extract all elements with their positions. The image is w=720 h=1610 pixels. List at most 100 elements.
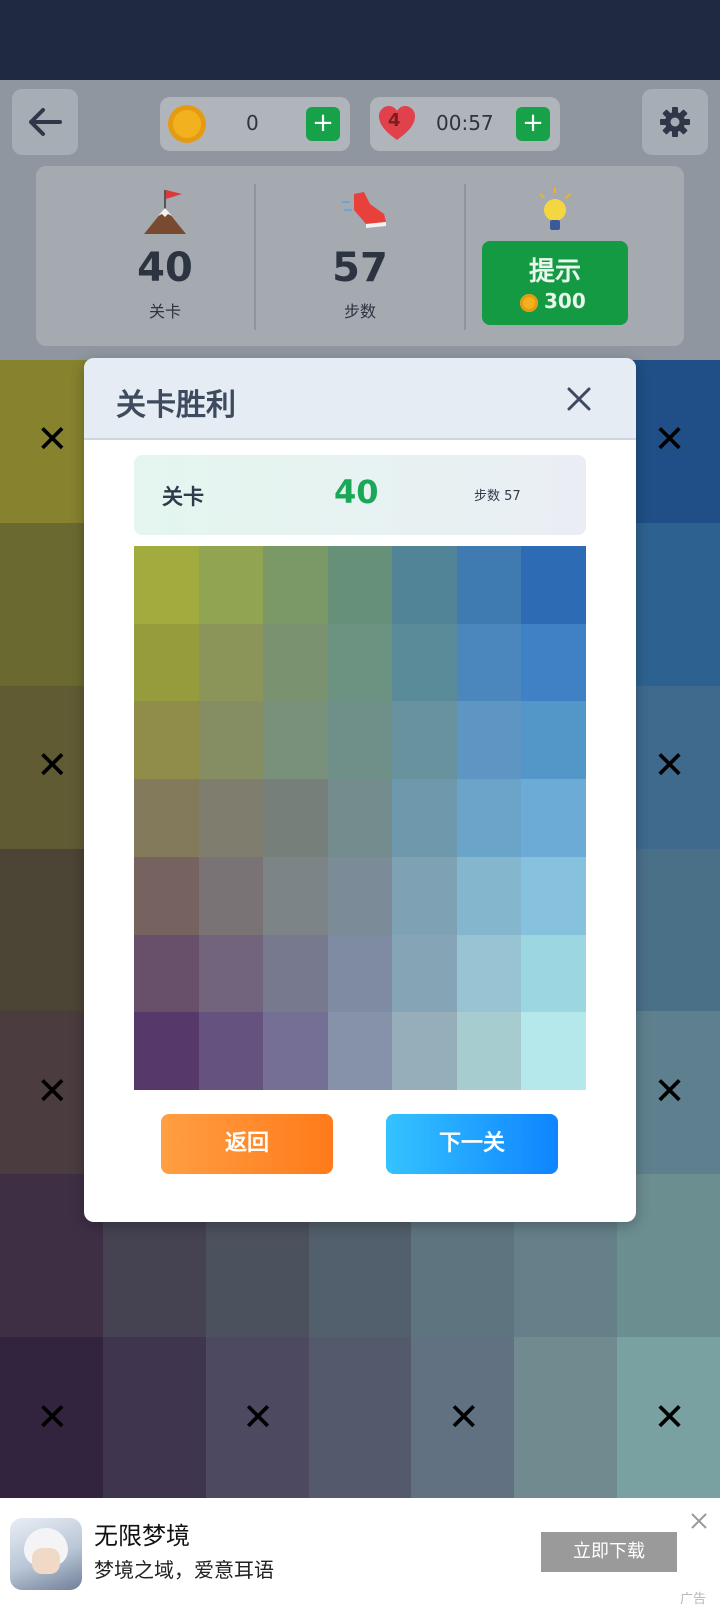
locked-tile-marker: ✕ xyxy=(36,1068,69,1113)
hint-label: 提示 xyxy=(528,257,581,287)
ad-subtitle: 梦境之域，爱意耳语 xyxy=(94,1558,274,1582)
close-icon[interactable] xyxy=(566,386,592,412)
add-coins-button[interactable]: + xyxy=(306,107,340,141)
back-arrow-icon xyxy=(29,108,62,136)
solved-tile xyxy=(327,779,393,858)
lightbulb-icon xyxy=(539,188,571,230)
solved-tile xyxy=(198,934,264,1013)
solved-tile xyxy=(198,623,264,702)
solved-tile xyxy=(521,1012,587,1091)
hint-cost: 300 xyxy=(544,289,586,313)
solved-tile xyxy=(327,623,393,702)
solved-tile xyxy=(392,856,458,935)
solved-tile xyxy=(456,701,522,780)
solved-tile xyxy=(456,856,522,935)
summary-level-label: 关卡 xyxy=(162,485,204,509)
solved-tile xyxy=(134,701,199,780)
locked-tile-marker: ✕ xyxy=(653,417,686,462)
lives-counter: 4 00:57 + xyxy=(370,97,560,151)
solved-tile xyxy=(263,856,329,935)
ad-download-button[interactable]: 立即下载 xyxy=(541,1532,677,1572)
divider xyxy=(464,184,466,330)
back-button[interactable] xyxy=(12,89,78,155)
solved-tile xyxy=(263,546,329,624)
level-number: 40 xyxy=(137,245,193,291)
coin-icon xyxy=(168,105,206,143)
solved-tile xyxy=(134,623,199,702)
locked-tile-marker: ✕ xyxy=(653,1394,686,1439)
solved-tile xyxy=(456,546,522,624)
solved-tile xyxy=(521,546,587,624)
solved-tile xyxy=(521,779,587,858)
solved-tile xyxy=(198,546,264,624)
solved-tile xyxy=(392,546,458,624)
add-lives-button[interactable]: + xyxy=(516,107,550,141)
coin-icon xyxy=(520,294,538,312)
solved-tile xyxy=(327,1012,393,1091)
solved-tile xyxy=(263,1012,329,1091)
board-tile[interactable] xyxy=(514,1337,618,1501)
steps-label: 步数 xyxy=(343,302,376,321)
solved-tile xyxy=(521,623,587,702)
locked-tile-marker: ✕ xyxy=(447,1394,480,1439)
solved-tile xyxy=(134,934,199,1013)
solved-tile xyxy=(521,701,587,780)
solved-tile xyxy=(263,623,329,702)
solved-tile xyxy=(392,1012,458,1091)
solved-tile xyxy=(392,779,458,858)
locked-tile-marker: ✕ xyxy=(36,743,69,788)
mountain-flag-icon xyxy=(144,190,186,234)
gear-icon xyxy=(660,107,690,137)
solved-tile xyxy=(456,1012,522,1091)
solved-tile xyxy=(198,1012,264,1091)
coin-counter: 0 + xyxy=(160,97,350,151)
locked-tile-marker: ✕ xyxy=(36,1394,69,1439)
solved-color-grid xyxy=(134,546,587,1091)
solved-tile xyxy=(134,856,199,935)
dialog-header: 关卡胜利 xyxy=(84,358,636,440)
solved-tile xyxy=(198,779,264,858)
divider xyxy=(254,184,256,330)
coin-count: 0 xyxy=(246,111,259,135)
solved-tile xyxy=(456,779,522,858)
solved-tile xyxy=(456,934,522,1013)
next-level-button[interactable]: 下一关 xyxy=(386,1114,558,1174)
solved-tile xyxy=(198,701,264,780)
steps-number: 57 xyxy=(332,245,388,291)
ad-title: 无限梦境 xyxy=(94,1522,190,1550)
board-tile[interactable] xyxy=(102,1337,206,1501)
solved-tile xyxy=(198,856,264,935)
summary-steps: 步数 57 xyxy=(474,489,521,504)
locked-tile-marker: ✕ xyxy=(242,1394,274,1439)
solved-tile xyxy=(327,934,393,1013)
ad-tag: 广告 xyxy=(680,1592,707,1607)
status-bar xyxy=(0,0,720,80)
solved-tile xyxy=(327,856,393,935)
solved-tile xyxy=(327,546,393,624)
board-tile[interactable] xyxy=(308,1337,412,1501)
solved-tile xyxy=(392,623,458,702)
solved-tile xyxy=(456,623,522,702)
victory-dialog: 关卡胜利 关卡 40 步数 57 返回 下一关 xyxy=(84,358,636,1222)
back-to-menu-button[interactable]: 返回 xyxy=(161,1114,333,1174)
settings-button[interactable] xyxy=(642,89,708,155)
solved-tile xyxy=(134,779,199,858)
locked-tile-marker: ✕ xyxy=(36,417,69,462)
shoe-icon xyxy=(342,192,386,228)
ad-app-icon xyxy=(10,1518,82,1590)
solved-tile xyxy=(392,701,458,780)
solved-tile xyxy=(263,779,329,858)
solved-tile xyxy=(263,701,329,780)
dialog-title: 关卡胜利 xyxy=(116,388,236,423)
summary-level-number: 40 xyxy=(334,473,379,511)
solved-tile xyxy=(327,701,393,780)
timer-text: 00:57 xyxy=(436,111,494,135)
level-label: 关卡 xyxy=(148,302,181,321)
solved-tile xyxy=(521,934,587,1013)
locked-tile-marker: ✕ xyxy=(653,1068,686,1113)
solved-tile xyxy=(134,1012,199,1091)
hint-button[interactable]: 提示 300 xyxy=(482,241,628,325)
solved-tile xyxy=(392,934,458,1013)
solved-tile xyxy=(521,856,587,935)
ad-close-icon[interactable] xyxy=(690,1512,708,1530)
